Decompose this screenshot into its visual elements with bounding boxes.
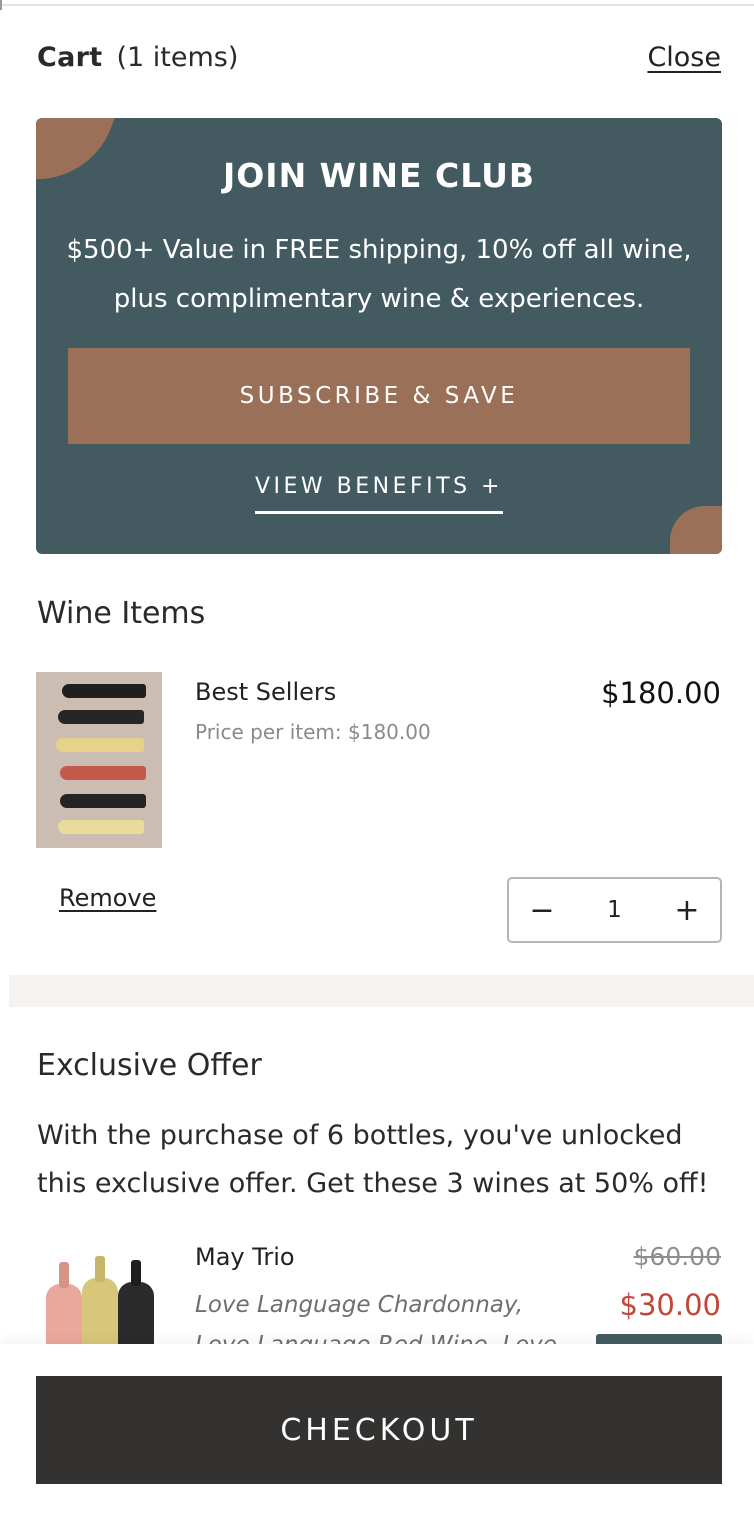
top-tick bbox=[0, 0, 2, 10]
offer-sale-price: $30.00 bbox=[619, 1288, 721, 1322]
bottle-shape bbox=[82, 1256, 118, 1344]
cart-label: Cart bbox=[37, 42, 103, 73]
minus-icon[interactable]: − bbox=[527, 893, 557, 928]
top-rule bbox=[0, 4, 754, 6]
bottle-shape bbox=[58, 710, 144, 724]
wine-items-heading: Wine Items bbox=[37, 596, 206, 631]
bottle-shape bbox=[60, 766, 146, 780]
quantity-stepper: − 1 + bbox=[507, 877, 722, 943]
bottle-neck bbox=[131, 1260, 141, 1286]
wine-club-description: $500+ Value in FREE shipping, 10% off al… bbox=[66, 235, 692, 314]
product-image-best-sellers bbox=[36, 672, 162, 848]
cart-title: Cart (1 items) bbox=[37, 42, 238, 73]
cart-item-count: (1 items) bbox=[116, 42, 239, 73]
section-divider bbox=[9, 975, 754, 1007]
bottle-shape bbox=[118, 1260, 154, 1344]
product-unit-price: Price per item: $180.00 bbox=[195, 720, 431, 744]
exclusive-offer-heading: Exclusive Offer bbox=[37, 1048, 262, 1083]
offer-product-subtitle: Love Language Chardonnay, Love Language … bbox=[195, 1292, 557, 1345]
bottle-shape bbox=[56, 738, 144, 752]
exclusive-offer-description: With the purchase of 6 bottles, you've u… bbox=[37, 1120, 709, 1199]
wine-club-title: JOIN WINE CLUB bbox=[222, 156, 536, 195]
offer-original-price: $60.00 bbox=[633, 1242, 721, 1271]
remove-item-button[interactable]: Remove bbox=[59, 884, 156, 912]
bottle-neck bbox=[95, 1256, 105, 1282]
offer-product-image bbox=[44, 1254, 156, 1344]
bottle-shape bbox=[62, 684, 146, 698]
quantity-value[interactable]: 1 bbox=[607, 897, 622, 923]
plus-icon[interactable]: + bbox=[672, 893, 702, 928]
checkout-footer: CHECKOUT bbox=[0, 1344, 754, 1516]
close-button[interactable]: Close bbox=[647, 42, 721, 73]
product-total-price: $180.00 bbox=[601, 676, 721, 710]
offer-product-name[interactable]: May Trio bbox=[195, 1243, 295, 1271]
bottle-shape bbox=[60, 794, 146, 808]
product-name[interactable]: Best Sellers bbox=[195, 678, 336, 706]
bottle-shape bbox=[58, 820, 144, 834]
subscribe-save-button[interactable]: SUBSCRIBE & SAVE bbox=[68, 348, 690, 444]
wine-club-banner: JOIN WINE CLUB $500+ Value in FREE shipp… bbox=[36, 118, 722, 554]
view-benefits-link[interactable]: VIEW BENEFITS + bbox=[36, 474, 722, 514]
bottle-shape bbox=[46, 1262, 82, 1344]
bottle-neck bbox=[59, 1262, 69, 1288]
view-benefits-label: VIEW BENEFITS + bbox=[254, 474, 503, 514]
checkout-button[interactable]: CHECKOUT bbox=[36, 1376, 722, 1484]
